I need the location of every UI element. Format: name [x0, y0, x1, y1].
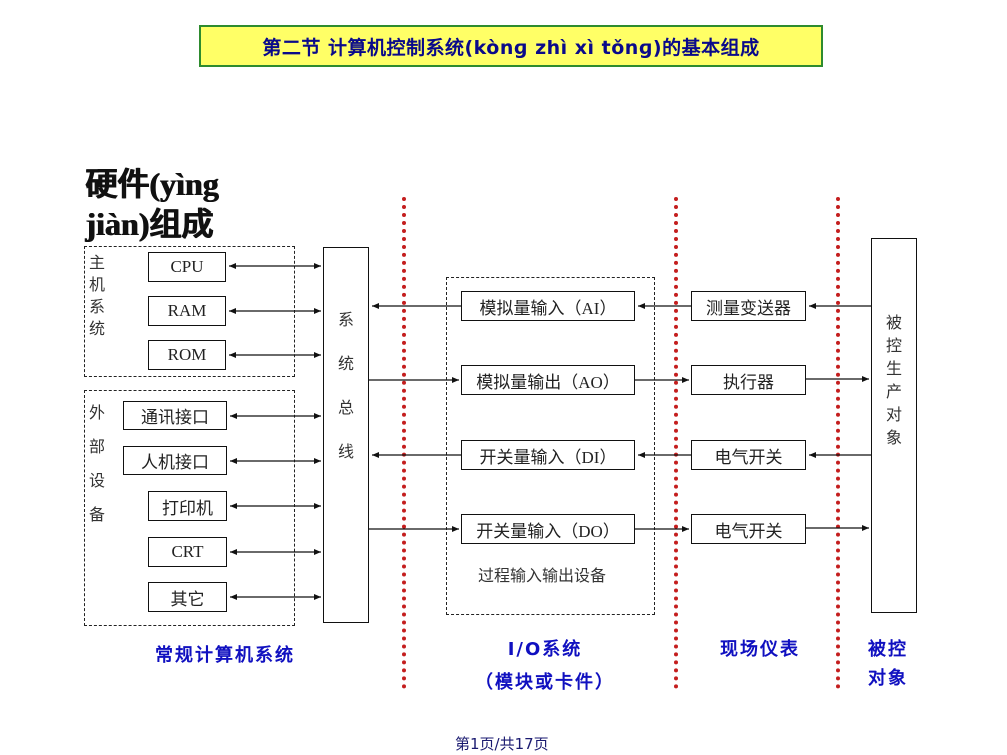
section-label-io-line1: I/O系统	[507, 639, 583, 660]
section-label-computer: 常规计算机系统	[155, 645, 295, 666]
section-label-object-line2: 对象	[868, 668, 908, 689]
section-label-io-line2: （模块或卡件）	[475, 672, 615, 693]
section-label-object-line1: 被控	[868, 639, 908, 660]
section-label-field: 现场仪表	[720, 639, 800, 660]
page-indicator: 第1页/共17页	[455, 735, 549, 753]
